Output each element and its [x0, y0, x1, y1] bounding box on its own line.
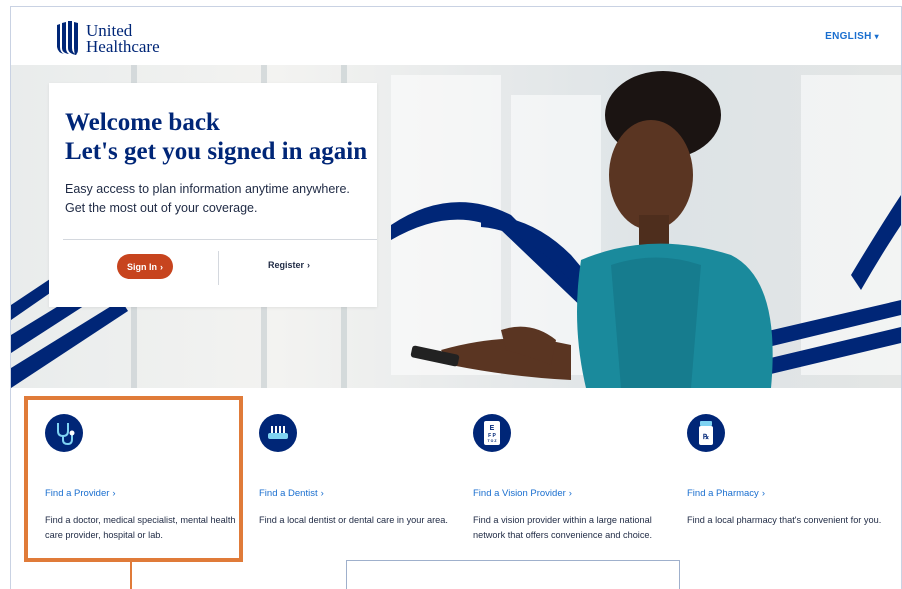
welcome-desc-line-2: Get the most out of your coverage.: [65, 201, 258, 215]
find-vision-provider-link[interactable]: Find a Vision Provider ›: [473, 488, 572, 499]
find-vision-provider-description: Find a vision provider within a large na…: [473, 515, 653, 540]
register-label: Register: [268, 260, 305, 270]
svg-text:T O Z: T O Z: [488, 439, 498, 443]
welcome-description: Easy access to plan information anytime …: [65, 180, 350, 218]
chevron-right-icon: ›: [761, 488, 765, 499]
toothbrush-icon[interactable]: [259, 414, 297, 452]
find-vision-provider-label: Find a Vision Provider: [473, 488, 566, 499]
hero-banner: Welcome back Let's get you signed in aga…: [11, 65, 901, 388]
lower-panel: [346, 560, 680, 589]
find-pharmacy-label: Find a Pharmacy: [687, 488, 759, 499]
chevron-right-icon: ›: [160, 261, 163, 272]
highlight-box: [24, 396, 243, 562]
united-healthcare-logo[interactable]: United Healthcare: [55, 21, 160, 57]
card-divider: [63, 239, 377, 240]
site-header: United Healthcare ENGLISH ▾: [11, 7, 901, 65]
sign-in-label: Sign In: [127, 261, 157, 272]
welcome-desc-line-1: Easy access to plan information anytime …: [65, 182, 350, 196]
svg-text:E: E: [490, 425, 495, 432]
welcome-title-line-1: Welcome back: [65, 109, 220, 136]
find-dentist-label: Find a Dentist: [259, 488, 318, 499]
sign-in-button[interactable]: Sign In ›: [117, 254, 173, 279]
eye-chart-icon[interactable]: E F P T O Z: [473, 414, 511, 452]
welcome-title-line-2: Let's get you signed in again: [65, 138, 368, 165]
find-pharmacy-link[interactable]: Find a Pharmacy ›: [687, 488, 765, 499]
language-label: ENGLISH: [825, 31, 872, 42]
chevron-down-icon: ▾: [874, 32, 879, 41]
button-divider: [218, 251, 219, 285]
svg-text:℞: ℞: [703, 433, 710, 441]
highlight-pointer: [130, 562, 132, 589]
pill-bottle-icon[interactable]: ℞: [687, 414, 725, 452]
find-dentist-link[interactable]: Find a Dentist ›: [259, 488, 324, 499]
find-pharmacy-description: Find a local pharmacy that's convenient …: [687, 515, 882, 525]
chevron-right-icon: ›: [307, 260, 311, 270]
register-link[interactable]: Register ›: [268, 260, 310, 270]
welcome-title: Welcome back Let's get you signed in aga…: [65, 108, 367, 166]
logo-line-2: Healthcare: [86, 37, 160, 56]
language-selector[interactable]: ENGLISH ▾: [825, 31, 879, 42]
chevron-right-icon: ›: [568, 488, 572, 499]
find-dentist-description: Find a local dentist or dental care in y…: [259, 515, 448, 525]
welcome-card: Welcome back Let's get you signed in aga…: [49, 83, 377, 307]
chevron-right-icon: ›: [320, 488, 324, 499]
logo-mark-icon: [57, 21, 78, 55]
